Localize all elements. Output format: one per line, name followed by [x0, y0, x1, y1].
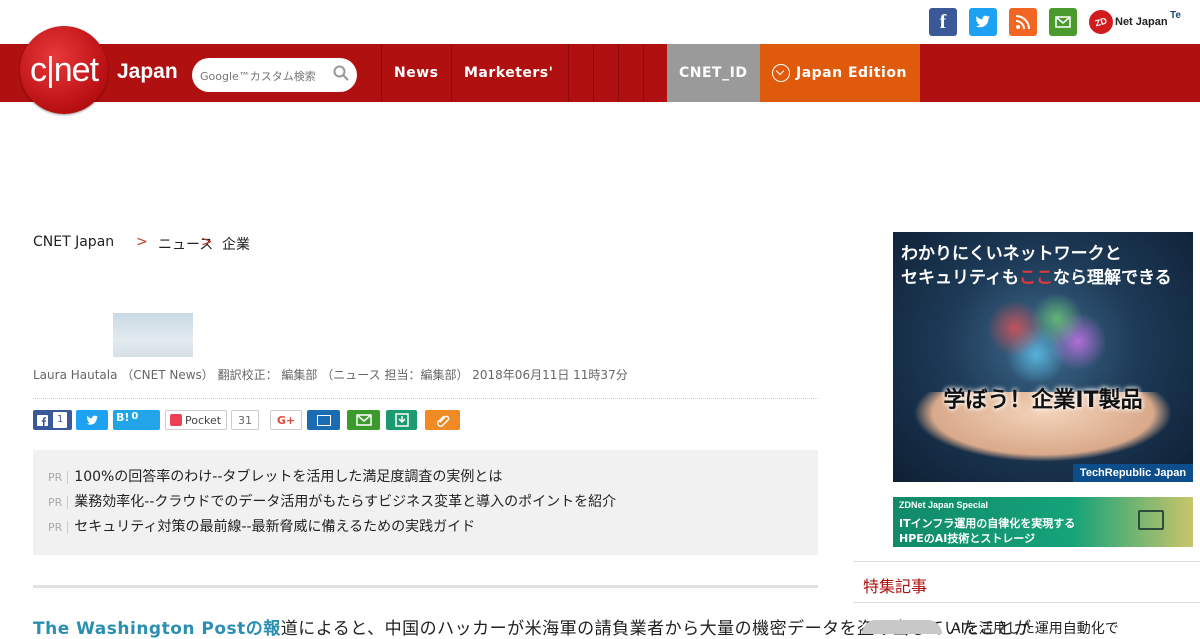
sidebar-article-link[interactable]: AIを活用した運用自動化で	[951, 618, 1119, 638]
pr-link-text: 100%の回答率のわけ--タブレットを活用した満足度調査の実例とは	[74, 469, 503, 485]
article-thumbnail	[113, 313, 193, 357]
search-input[interactable]	[198, 65, 332, 87]
twitter-icon[interactable]	[969, 8, 997, 36]
facebook-icon	[37, 414, 48, 426]
breadcrumb-enterprise[interactable]: 企業	[222, 234, 250, 254]
breadcrumb-separator: >	[136, 234, 148, 250]
nav-edition-selector[interactable]: Japan Edition	[760, 44, 920, 102]
ad-kicker: ZDNet Japan Special	[899, 500, 989, 510]
facebook-share-count: 1	[53, 412, 68, 428]
ad-headline-part: セキュリティも	[901, 268, 1019, 288]
sidebar-section-title: 特集記事	[863, 577, 928, 596]
zdnet-badge: ZD	[1086, 7, 1116, 37]
top-utility-bar: f ZD Net Japan Te	[0, 0, 1200, 44]
pr-links-box: PR 100%の回答率のわけ--タブレットを活用した満足度調査の実例とは PR 業務…	[33, 450, 818, 555]
pocket-count: 31	[231, 410, 259, 430]
techrepublic-logo[interactable]: Te	[1170, 10, 1181, 21]
mail-icon[interactable]	[1049, 8, 1077, 36]
hatena-count: 0	[131, 411, 139, 422]
ad-footer-label: TechRepublic Japan	[1073, 464, 1193, 482]
hatena-label: B!	[116, 411, 130, 424]
email-button[interactable]	[347, 410, 380, 430]
ad-banner-techrepublic[interactable]: わかりにくいネットワークと セキュリティもここなら理解できる 学ぼう！企業IT製…	[893, 232, 1193, 482]
ad-headline-highlight: ここ	[1018, 268, 1053, 288]
pocket-label: Pocket	[185, 413, 222, 427]
ad-line: HPEのAI技術とストレージ	[899, 532, 1036, 545]
article-byline: Laura Hautala （CNET News） 翻訳校正： 編集部 （ニュー…	[33, 368, 628, 382]
nav-cnet-id[interactable]: CNET_ID	[667, 44, 760, 102]
rss-icon[interactable]	[1009, 8, 1037, 36]
twitter-icon	[86, 415, 98, 425]
cnet-logo[interactable]: c|net	[20, 26, 108, 114]
lead-link-suffix: の報	[245, 619, 281, 639]
pr-link[interactable]: PR 100%の回答率のわけ--タブレットを活用した満足度調査の実例とは	[48, 466, 502, 486]
pocket-icon	[170, 414, 182, 426]
techrepublic-label: Te	[1170, 10, 1181, 21]
twitter-share-button[interactable]	[76, 410, 108, 430]
hatena-bookmark-button[interactable]: B! 0	[113, 410, 160, 430]
clip-button[interactable]	[425, 410, 460, 430]
ad-decoration	[973, 292, 1113, 382]
save-button[interactable]	[386, 410, 417, 430]
nav-marketers[interactable]: Marketers'	[451, 44, 568, 102]
facebook-share-button[interactable]: 1	[33, 410, 72, 430]
google-plus-button[interactable]: G+	[270, 410, 302, 430]
pr-link-text: 業務効率化--クラウドでのデータ活用がもたらすビジネス変革と導入のポイントを紹介	[74, 494, 617, 510]
divider	[33, 398, 818, 399]
monitor-icon	[1138, 510, 1164, 530]
zdnet-japan-logo[interactable]: ZD Net Japan	[1086, 7, 1168, 37]
lead-link[interactable]: The Washington Post	[33, 619, 246, 639]
ad-banner-zdnet-special[interactable]: ZDNet Japan Special ITインフラ運用の自律化を実現する HP…	[893, 497, 1193, 547]
nav-item-empty[interactable]	[618, 44, 643, 102]
divider	[33, 585, 818, 588]
nav-item-empty[interactable]	[568, 44, 593, 102]
paperclip-icon	[436, 415, 449, 427]
pr-tag: PR	[48, 471, 69, 484]
search-box	[192, 58, 357, 92]
search-icon[interactable]	[333, 65, 349, 81]
chevron-down-icon	[772, 64, 790, 82]
sidebar-thumbnail[interactable]	[862, 620, 942, 634]
cnet-logo-japan[interactable]: Japan	[117, 60, 178, 84]
edition-label: Japan Edition	[796, 65, 907, 81]
mail-icon	[355, 414, 372, 426]
facebook-icon[interactable]: f	[929, 8, 957, 36]
pocket-button[interactable]: Pocket	[165, 410, 227, 430]
ad-center-text: 学ぼう！企業IT製品	[943, 388, 1143, 413]
download-icon	[394, 413, 409, 427]
nav-news[interactable]: News	[381, 44, 451, 102]
nav-item-empty[interactable]	[643, 44, 667, 102]
breadcrumb-home[interactable]: CNET Japan	[33, 234, 114, 250]
pr-tag: PR	[48, 521, 69, 534]
ad-headline: わかりにくいネットワークと	[901, 244, 1122, 264]
breadcrumb-separator: >	[201, 234, 213, 250]
ad-line: ITインフラ運用の自律化を実現する	[899, 517, 1076, 530]
pr-link[interactable]: PR 業務効率化--クラウドでのデータ活用がもたらすビジネス変革と導入のポイントを…	[48, 491, 616, 511]
divider	[853, 602, 1200, 603]
pr-link-text: セキュリティ対策の最前線--最新脅威に備えるための実践ガイド	[74, 519, 476, 535]
print-icon	[316, 414, 331, 426]
nav-item-empty[interactable]	[593, 44, 618, 102]
ad-headline-part: なら理解できる	[1052, 268, 1172, 288]
zdnet-label: Net Japan	[1115, 16, 1168, 28]
ad-headline-2: セキュリティもここなら理解できる	[901, 263, 1172, 288]
pr-tag: PR	[48, 496, 69, 509]
print-button[interactable]	[307, 410, 340, 430]
divider	[853, 561, 1200, 562]
pr-link[interactable]: PR セキュリティ対策の最前線--最新脅威に備えるための実践ガイド	[48, 516, 475, 536]
